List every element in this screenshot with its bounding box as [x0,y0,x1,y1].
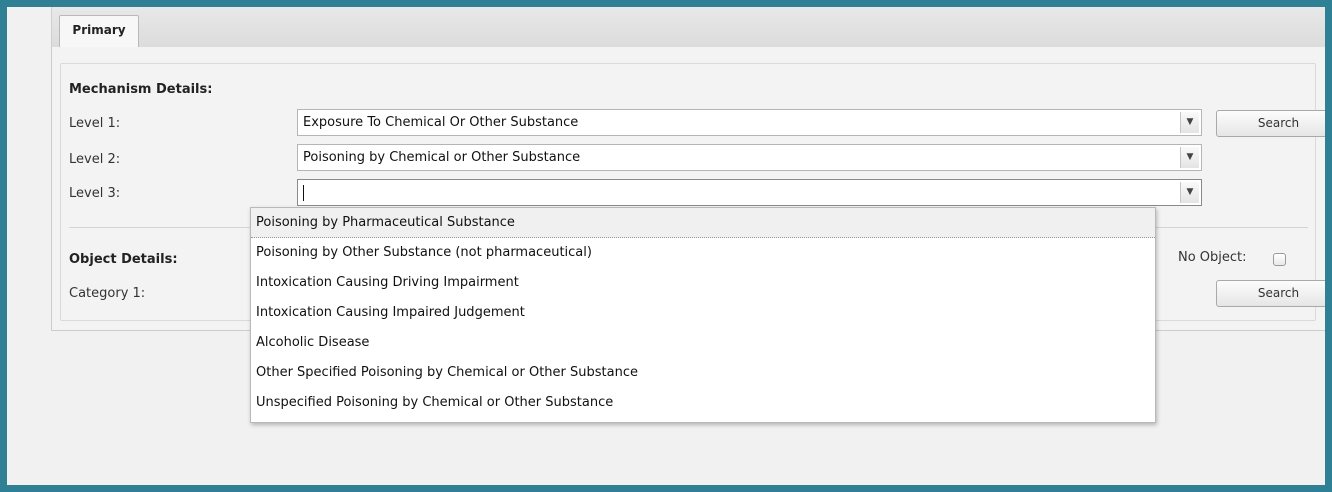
dropdown-option[interactable]: Other Specified Poisoning by Chemical or… [251,358,1155,388]
no-object-checkbox[interactable] [1273,253,1286,266]
mechanism-search-button[interactable]: Search [1216,110,1325,137]
level-2-label: Level 2: [69,152,121,167]
dropdown-option[interactable]: Alcoholic Disease [251,328,1155,358]
level-3-combobox[interactable]: ▼ [297,179,1202,206]
dropdown-option[interactable]: Intoxication Causing Driving Impairment [251,268,1155,298]
tab-primary[interactable]: Primary [59,15,139,47]
level-3-label: Level 3: [69,186,121,201]
no-object-label: No Object: [1178,250,1247,265]
mechanism-details-title: Mechanism Details: [69,82,213,97]
tab-strip: Primary [51,7,1325,48]
object-details-title: Object Details: [69,252,178,267]
dropdown-option[interactable]: Unspecified Poisoning by Chemical or Oth… [251,388,1155,418]
level-1-value: Exposure To Chemical Or Other Substance [303,115,579,130]
chevron-down-icon[interactable]: ▼ [1180,112,1199,133]
chevron-down-icon[interactable]: ▼ [1180,147,1199,168]
level-3-dropdown-list: Poisoning by Pharmaceutical Substance Po… [250,207,1156,423]
level-1-label: Level 1: [69,116,121,131]
level-1-combobox[interactable]: Exposure To Chemical Or Other Substance … [297,109,1202,136]
app-frame: Primary Mechanism Details: Level 1: Expo… [0,0,1332,492]
dropdown-option[interactable]: Intoxication Causing Impaired Judgement [251,298,1155,328]
chevron-down-icon[interactable]: ▼ [1180,182,1199,203]
dropdown-option[interactable]: Poisoning by Other Substance (not pharma… [251,238,1155,268]
category-1-label: Category 1: [69,286,146,301]
level-2-combobox[interactable]: Poisoning by Chemical or Other Substance… [297,144,1202,171]
text-caret [303,185,304,201]
dropdown-option[interactable]: Poisoning by Pharmaceutical Substance [251,208,1155,238]
level-2-value: Poisoning by Chemical or Other Substance [303,150,581,165]
object-search-button[interactable]: Search [1216,280,1325,307]
